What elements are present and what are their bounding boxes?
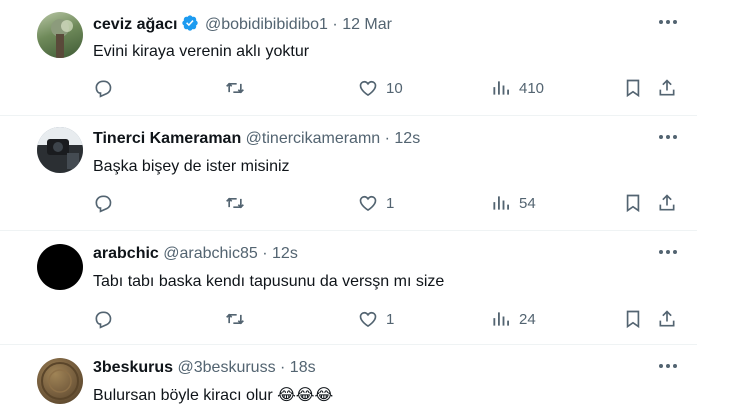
verified-badge-icon bbox=[181, 15, 198, 31]
post-text: Başka bişey de ister misiniz bbox=[93, 158, 290, 175]
reply-button[interactable] bbox=[93, 191, 121, 215]
avatar[interactable] bbox=[37, 244, 83, 290]
views-button[interactable]: 24 bbox=[491, 307, 536, 331]
reply-icon bbox=[95, 311, 112, 329]
like-count: 1 bbox=[386, 310, 395, 328]
separator: · bbox=[280, 359, 286, 376]
author-handle[interactable]: @bobidibibidibo1 bbox=[205, 16, 328, 33]
reply-button[interactable] bbox=[93, 307, 121, 331]
author-name[interactable]: 3beskurus bbox=[93, 359, 173, 376]
separator: · bbox=[384, 130, 390, 147]
view-count: 54 bbox=[519, 194, 536, 212]
repost-button[interactable] bbox=[225, 76, 253, 100]
share-icon bbox=[659, 310, 675, 327]
post-text: Evini kiraya verenin aklı yoktur bbox=[93, 43, 310, 60]
more-icon[interactable] bbox=[656, 12, 680, 32]
timestamp[interactable]: 18s bbox=[290, 359, 316, 376]
reply-button[interactable] bbox=[93, 76, 121, 100]
action-bar: 10 410 bbox=[93, 76, 683, 100]
share-button[interactable] bbox=[657, 76, 677, 100]
action-bar: 1 24 bbox=[93, 307, 683, 331]
separator: · bbox=[262, 245, 268, 262]
like-button[interactable]: 10 bbox=[358, 76, 403, 100]
avatar[interactable] bbox=[37, 127, 83, 173]
bookmark-icon bbox=[626, 194, 640, 213]
repost-button[interactable] bbox=[225, 307, 253, 331]
like-count: 1 bbox=[386, 194, 395, 212]
views-icon bbox=[493, 312, 509, 326]
share-icon bbox=[659, 194, 675, 211]
author-name[interactable]: arabchic bbox=[93, 245, 159, 262]
views-icon bbox=[493, 196, 509, 210]
avatar[interactable] bbox=[37, 358, 83, 404]
views-button[interactable]: 54 bbox=[491, 191, 536, 215]
repost-button[interactable] bbox=[225, 191, 253, 215]
like-icon bbox=[359, 311, 377, 328]
post-1[interactable]: ceviz ağacı @bobidibibidibo1 · 12 Mar Ev… bbox=[0, 0, 697, 116]
like-button[interactable]: 1 bbox=[358, 191, 394, 215]
like-icon bbox=[359, 80, 377, 97]
like-icon bbox=[359, 195, 377, 212]
share-button[interactable] bbox=[657, 191, 677, 215]
like-button[interactable]: 1 bbox=[358, 307, 394, 331]
more-icon[interactable] bbox=[656, 242, 680, 262]
avatar[interactable] bbox=[37, 12, 83, 58]
more-icon[interactable] bbox=[656, 356, 680, 376]
post-4[interactable]: 3beskurus @3beskuruss · 18s Bulursan böy… bbox=[0, 344, 697, 420]
bookmark-button[interactable] bbox=[623, 191, 643, 215]
author-name[interactable]: Tinerci Kameraman bbox=[93, 130, 241, 147]
bookmark-icon bbox=[626, 79, 640, 98]
like-count: 10 bbox=[386, 79, 403, 97]
author-name[interactable]: ceviz ağacı bbox=[93, 16, 178, 33]
post-header: 3beskurus @3beskuruss · 18s bbox=[93, 358, 316, 378]
repost-icon bbox=[226, 82, 244, 94]
author-handle[interactable]: @tinercikameramn bbox=[246, 130, 381, 147]
bookmark-icon bbox=[626, 310, 640, 329]
view-count: 24 bbox=[519, 310, 536, 328]
post-text: Tabı tabı baska kendı tapusunu da versşn… bbox=[93, 273, 445, 290]
timestamp[interactable]: 12s bbox=[394, 130, 420, 147]
bookmark-button[interactable] bbox=[623, 76, 643, 100]
reply-icon bbox=[95, 195, 112, 213]
bookmark-button[interactable] bbox=[623, 307, 643, 331]
share-button[interactable] bbox=[657, 307, 677, 331]
more-icon[interactable] bbox=[656, 127, 680, 147]
action-bar: 1 54 bbox=[93, 191, 683, 215]
timestamp[interactable]: 12 Mar bbox=[342, 16, 392, 33]
reply-icon bbox=[95, 80, 112, 98]
views-button[interactable]: 410 bbox=[491, 76, 544, 100]
view-count: 410 bbox=[519, 79, 545, 97]
share-icon bbox=[659, 79, 675, 96]
separator: · bbox=[332, 16, 338, 33]
views-icon bbox=[493, 81, 509, 95]
post-header: arabchic @arabchic85 · 12s bbox=[93, 244, 298, 264]
post-2[interactable]: Tinerci Kameraman @tinercikameramn · 12s… bbox=[0, 115, 697, 231]
repost-icon bbox=[226, 313, 244, 325]
author-handle[interactable]: @arabchic85 bbox=[163, 245, 258, 262]
timestamp[interactable]: 12s bbox=[272, 245, 298, 262]
post-header: ceviz ağacı @bobidibibidibo1 · 12 Mar bbox=[93, 14, 392, 35]
post-3[interactable]: arabchic @arabchic85 · 12s Tabı tabı bas… bbox=[0, 230, 697, 345]
post-header: Tinerci Kameraman @tinercikameramn · 12s bbox=[93, 129, 420, 149]
post-text: Bulursan böyle kiracı olur 😂😂😂 bbox=[93, 387, 334, 404]
author-handle[interactable]: @3beskuruss bbox=[178, 359, 276, 376]
repost-icon bbox=[226, 197, 244, 209]
